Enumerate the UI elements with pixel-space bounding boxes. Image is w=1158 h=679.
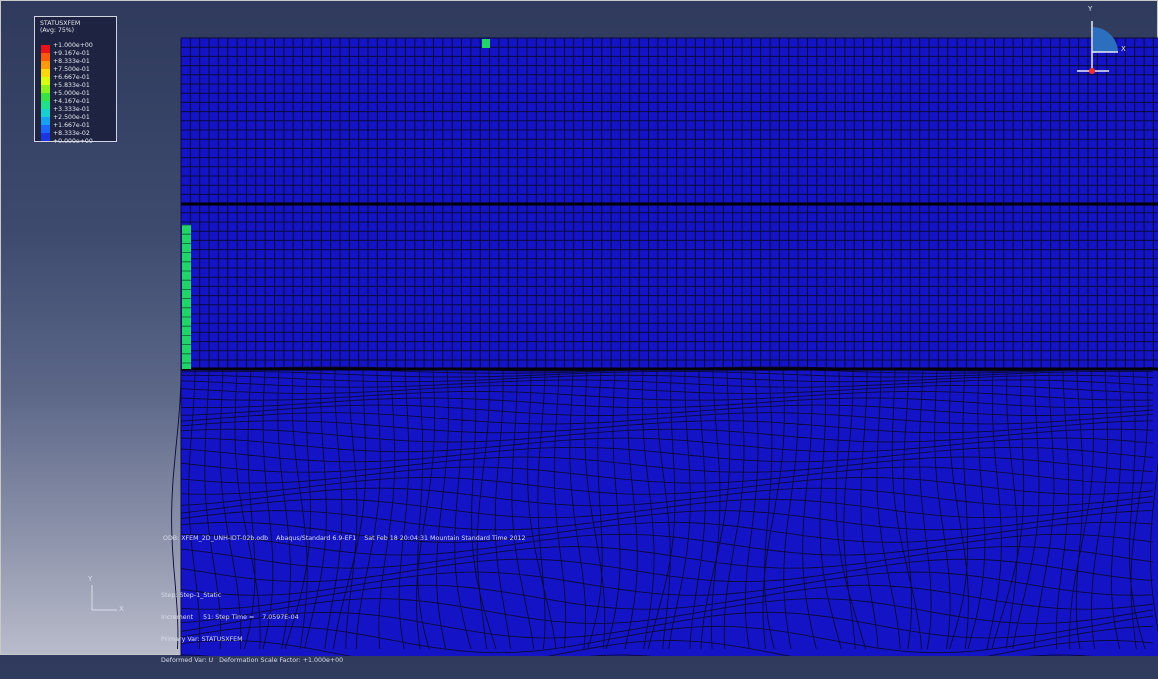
triad-quadrant <box>1093 27 1118 53</box>
legend-color-swatch <box>41 125 50 133</box>
legend-value: +1.667e-01 <box>53 122 90 129</box>
legend-color-swatch <box>41 61 50 69</box>
contour-legend[interactable]: STATUSXFEM (Avg: 75%) +1.000e+00 +9.167e… <box>34 16 117 145</box>
triad-origin-marker <box>1089 68 1095 74</box>
legend-value: +5.000e-01 <box>53 90 90 97</box>
legend-value: +1.000e+00 <box>53 42 93 49</box>
legend-value: +8.333e-02 <box>53 130 90 137</box>
legend-value: +6.667e-01 <box>53 74 90 81</box>
top-triad-y-label: Y <box>1088 5 1093 13</box>
bottom-triad-y-label: Y <box>88 575 93 583</box>
legend-color-swatch <box>41 53 50 61</box>
legend-color-swatch <box>41 77 50 85</box>
legend-color-bar <box>41 45 50 141</box>
legend-value: +7.500e-01 <box>53 66 90 73</box>
viewport[interactable]: STATUSXFEM (Avg: 75%) +1.000e+00 +9.167e… <box>0 0 1158 664</box>
step-label: Step: Step-1_Static <box>161 592 222 600</box>
legend-value: +2.500e-01 <box>53 114 90 121</box>
legend-color-swatch <box>41 133 50 141</box>
step-info-block: Step: Step-1_Static Increment 51: Step T… <box>161 578 343 679</box>
legend-value: +4.167e-01 <box>53 98 90 105</box>
legend-averaging: (Avg: 75%) <box>40 27 75 34</box>
top-triad-x-label: X <box>1121 45 1126 53</box>
primary-var-label: Primary Var: STATUSXFEM <box>161 635 243 643</box>
bottom-triad-x-label: X <box>119 605 124 613</box>
legend-values: +1.000e+00 +9.167e-01 +8.333e-01 +7.500e… <box>53 42 93 146</box>
legend-color-swatch <box>41 93 50 101</box>
legend-value: +9.167e-01 <box>53 50 90 57</box>
legend-value: +5.833e-01 <box>53 82 90 89</box>
legend-color-swatch <box>41 69 50 77</box>
cracked-element-top <box>482 39 490 48</box>
odb-info-line: ODB: XFEM_2D_UNH-IDT-02b.odb Abaqus/Stan… <box>163 535 526 542</box>
legend-color-swatch <box>41 117 50 125</box>
cracked-elements-left <box>182 225 191 369</box>
increment-label: Increment 51: Step Time = 7.0597E-04 <box>161 614 299 622</box>
legend-color-swatch <box>41 109 50 117</box>
legend-value: +8.333e-01 <box>53 58 90 65</box>
legend-value: +3.333e-01 <box>53 106 90 113</box>
legend-color-swatch <box>41 85 50 93</box>
legend-value: +0.000e+00 <box>53 138 93 145</box>
legend-title: STATUSXFEM <box>40 20 81 27</box>
legend-color-swatch <box>41 45 50 53</box>
deformed-var-label: Deformed Var: U Deformation Scale Factor… <box>161 657 344 665</box>
mesh-plot <box>91 21 1158 656</box>
legend-color-swatch <box>41 101 50 109</box>
